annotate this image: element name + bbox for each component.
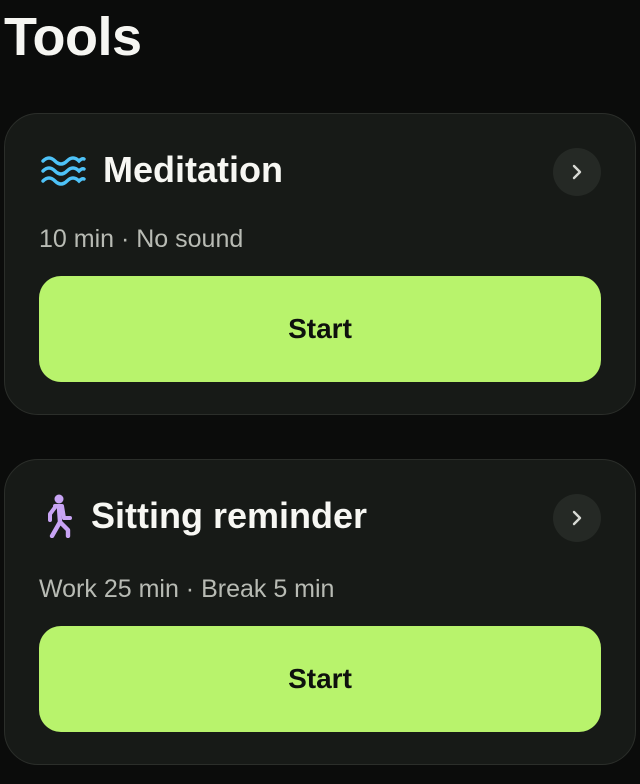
card-subtitle: Work 25 min · Break 5 min: [39, 575, 335, 603]
meditation-start-button[interactable]: Start: [39, 276, 601, 382]
chevron-right-icon: [572, 510, 582, 526]
sitting-reminder-details-button[interactable]: [553, 494, 601, 542]
card-header: Meditation: [5, 142, 635, 198]
meditation-card[interactable]: Meditation 10 min · No sound Start: [4, 113, 636, 415]
card-title: Meditation: [103, 149, 283, 190]
meditation-details-button[interactable]: [553, 148, 601, 196]
card-title: Sitting reminder: [91, 495, 368, 536]
sitting-reminder-card[interactable]: Sitting reminder Work 25 min · Break 5 m…: [4, 459, 636, 765]
card-subtitle: 10 min · No sound: [39, 225, 244, 253]
chevron-right-icon: [572, 164, 582, 180]
walking-person-icon: [37, 494, 81, 538]
page-title: Tools: [4, 7, 142, 67]
sitting-reminder-start-button[interactable]: Start: [39, 626, 601, 732]
card-header: Sitting reminder: [5, 488, 635, 544]
waves-icon: [39, 148, 87, 192]
